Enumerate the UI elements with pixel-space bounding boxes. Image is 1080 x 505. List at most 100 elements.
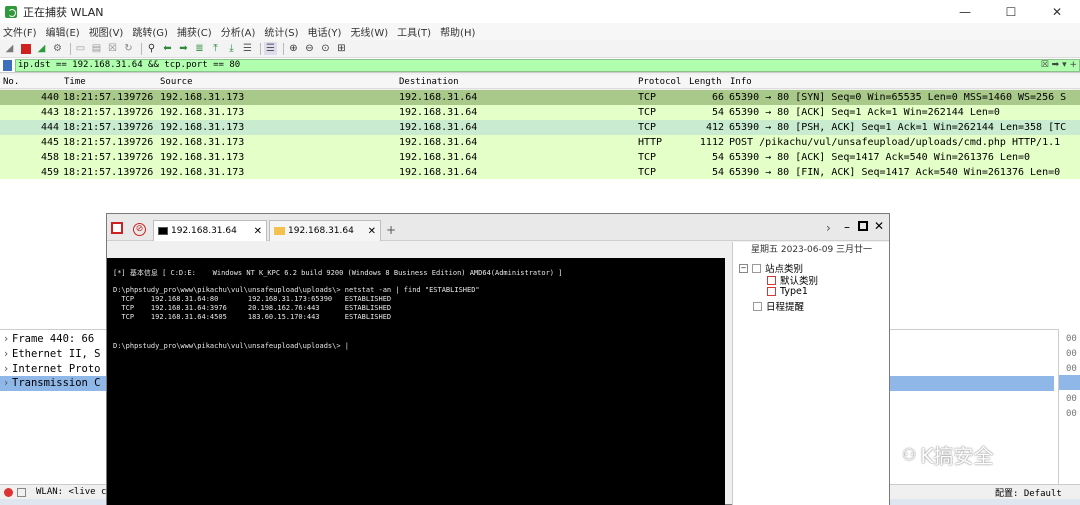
menu-bar: 文件(F) 编辑(E) 视图(V) 跳转(G) 捕获(C) 分析(A) 统计(S… [0, 23, 1080, 40]
tab-close-icon[interactable]: ✕ [254, 226, 262, 237]
maximize-icon[interactable] [858, 221, 868, 231]
packet-row[interactable]: 445 18:21:57.139726 192.168.31.173 192.168.… [0, 135, 1080, 150]
menu-go[interactable]: 跳转(G) [129, 24, 174, 39]
terminal-icon [158, 227, 168, 235]
packet-row[interactable]: 443 18:21:57.139726 192.168.31.173 192.168.… [0, 105, 1080, 120]
restart-icon[interactable]: ◢ [35, 42, 48, 55]
col-protocol[interactable]: Protocol [638, 77, 681, 87]
cell-protocol: TCP [638, 167, 657, 178]
stop-icon[interactable] [19, 42, 32, 55]
packet-row[interactable]: 440 18:21:57.139726 192.168.31.173 192.168.… [0, 90, 1080, 105]
tab-close-icon[interactable]: ✕ [368, 226, 376, 237]
watermark: ⚇ K搞安全 [902, 444, 994, 468]
forward-icon[interactable]: ➡ [177, 42, 190, 55]
terminal-line: TCP 192.168.31.64:4505 183.60.15.170:443… [113, 313, 392, 321]
find-icon[interactable]: ⚲ [145, 42, 158, 55]
filter-text: ip.dst == 192.168.31.64 && tcp.port == 8… [18, 59, 241, 70]
menu-file[interactable]: 文件(F) [0, 24, 43, 39]
menu-capture[interactable]: 捕获(C) [174, 24, 218, 39]
cell-length: 54 [711, 107, 724, 118]
date-label: 星期五 2023-06-09 三月廿一 [751, 245, 873, 255]
expand-arrow-icon[interactable]: › [0, 376, 12, 391]
cell-info: POST /pikachu/vul/unsafeupload/uploads/c… [729, 137, 1061, 148]
cell-source: 192.168.31.173 [160, 137, 245, 148]
tree-schedule[interactable]: 日程提醒 [753, 299, 804, 313]
cell-no: 459 [40, 167, 59, 178]
tree-type1[interactable]: Type1 [767, 286, 808, 297]
cell-no: 443 [40, 107, 59, 118]
col-source[interactable]: Source [160, 77, 193, 87]
cell-length: 412 [705, 122, 724, 133]
col-time[interactable]: Time [64, 77, 86, 87]
menu-view[interactable]: 视图(V) [86, 24, 130, 39]
menu-telephony[interactable]: 电话(Y) [305, 24, 348, 39]
save-icon[interactable]: ▤ [90, 42, 103, 55]
terminal-line: [*] 基本信息 [ C:D:E: Windows NT K_KPC 6.2 b… [113, 269, 563, 277]
autoscroll-icon[interactable]: ☰ [241, 42, 254, 55]
tab-file-manager[interactable]: 192.168.31.64 ✕ [269, 220, 381, 241]
packet-row[interactable]: 458 18:21:57.139726 192.168.31.173 192.168.… [0, 150, 1080, 165]
cell-destination: 192.168.31.64 [399, 152, 478, 163]
cell-destination: 192.168.31.64 [399, 107, 478, 118]
packet-row[interactable]: 459 18:21:57.139726 192.168.31.173 192.168.… [0, 165, 1080, 180]
maximize-button[interactable]: ☐ [988, 0, 1034, 23]
menu-tools[interactable]: 工具(T) [394, 24, 437, 39]
menu-edit[interactable]: 编辑(E) [43, 24, 86, 39]
col-no[interactable]: No. [3, 77, 19, 87]
expand-arrow-icon[interactable]: › [0, 362, 12, 377]
expand-arrow-icon[interactable]: › [0, 332, 12, 347]
menu-statistics[interactable]: 统计(S) [261, 24, 304, 39]
menu-analyze[interactable]: 分析(A) [218, 24, 262, 39]
shark-fin-icon[interactable]: ◢ [3, 42, 16, 55]
packet-row[interactable]: 444 18:21:57.139726 192.168.31.173 192.168.… [0, 120, 1080, 135]
no-entry-icon[interactable]: ⊘ [133, 223, 146, 236]
filter-buttons[interactable]: ☒ ➡ ▾ + [1041, 60, 1077, 71]
cell-source: 192.168.31.173 [160, 107, 245, 118]
minimize-button[interactable]: — [942, 0, 988, 23]
terminal-line: TCP 192.168.31.64:3976 20.198.162.76:443… [113, 304, 392, 312]
terminal-output[interactable]: [*] 基本信息 [ C:D:E: Windows NT K_KPC 6.2 b… [107, 258, 725, 505]
close-icon[interactable]: ✕ [874, 219, 884, 233]
expand-arrow-icon[interactable]: › [0, 347, 12, 362]
cell-info: 65390 → 80 [FIN, ACK] Seq=1417 Ack=540 W… [729, 167, 1061, 178]
resize-columns-icon[interactable]: ⊞ [335, 42, 348, 55]
zoom-in-icon[interactable]: ⊕ [287, 42, 300, 55]
tab-terminal[interactable]: 192.168.31.64 ✕ [153, 220, 267, 241]
cell-no: 458 [40, 152, 59, 163]
zoom-reset-icon[interactable]: ⊙ [319, 42, 332, 55]
goto-icon[interactable]: ≣ [193, 42, 206, 55]
col-info[interactable]: Info [730, 77, 752, 87]
last-packet-icon[interactable]: ⤓ [225, 42, 238, 55]
display-filter-input[interactable]: ip.dst == 192.168.31.64 && tcp.port == 8… [15, 58, 1080, 72]
col-length[interactable]: Length [689, 77, 722, 87]
terminal-tab-bar: ⊘ 192.168.31.64 ✕ 192.168.31.64 ✕ + › – … [107, 214, 889, 241]
tree-default-category[interactable]: 默认类别 [767, 273, 818, 287]
profile-label[interactable]: 配置: Default [995, 486, 1062, 499]
edit-comment-icon[interactable] [17, 487, 26, 497]
menu-help[interactable]: 帮助(H) [437, 24, 481, 39]
open-icon[interactable]: ▭ [74, 42, 87, 55]
back-icon[interactable]: ⬅ [161, 42, 174, 55]
cell-info: 65390 → 80 [PSH, ACK] Seq=1 Ack=1 Win=26… [729, 122, 1067, 133]
menu-wireless[interactable]: 无线(W) [347, 24, 394, 39]
cell-time: 18:21:57.139726 [63, 122, 154, 133]
close-button[interactable]: ✕ [1034, 0, 1080, 23]
reload-icon[interactable]: ↻ [122, 42, 135, 55]
category-icon [767, 287, 776, 296]
zoom-out-icon[interactable]: ⊖ [303, 42, 316, 55]
close-file-icon[interactable]: ☒ [106, 42, 119, 55]
minimize-icon[interactable]: – [844, 220, 850, 234]
main-toolbar: ◢ ◢ ⚙ ▭ ▤ ☒ ↻ ⚲ ⬅ ➡ ≣ ⤒ ⤓ ☰ ☰ ⊕ ⊖ ⊙ ⊞ [0, 40, 1080, 58]
title-bar: 正在捕获 WLAN — ☐ ✕ [0, 0, 1080, 23]
chevron-right-icon[interactable]: › [826, 221, 831, 235]
col-destination[interactable]: Destination [399, 77, 459, 87]
webshell-window: ⊘ 192.168.31.64 ✕ 192.168.31.64 ✕ + › – … [106, 213, 890, 505]
new-tab-icon[interactable]: + [386, 223, 396, 237]
first-packet-icon[interactable]: ⤒ [209, 42, 222, 55]
options-icon[interactable]: ⚙ [51, 42, 64, 55]
bookmark-icon[interactable] [3, 59, 12, 71]
colorize-icon[interactable]: ☰ [264, 42, 277, 55]
terminal-prompt[interactable]: D:\phpstudy_pro\www\pikachu\vul\unsafeup… [113, 342, 349, 350]
cell-destination: 192.168.31.64 [399, 167, 478, 178]
collapse-icon[interactable]: − [739, 263, 748, 273]
